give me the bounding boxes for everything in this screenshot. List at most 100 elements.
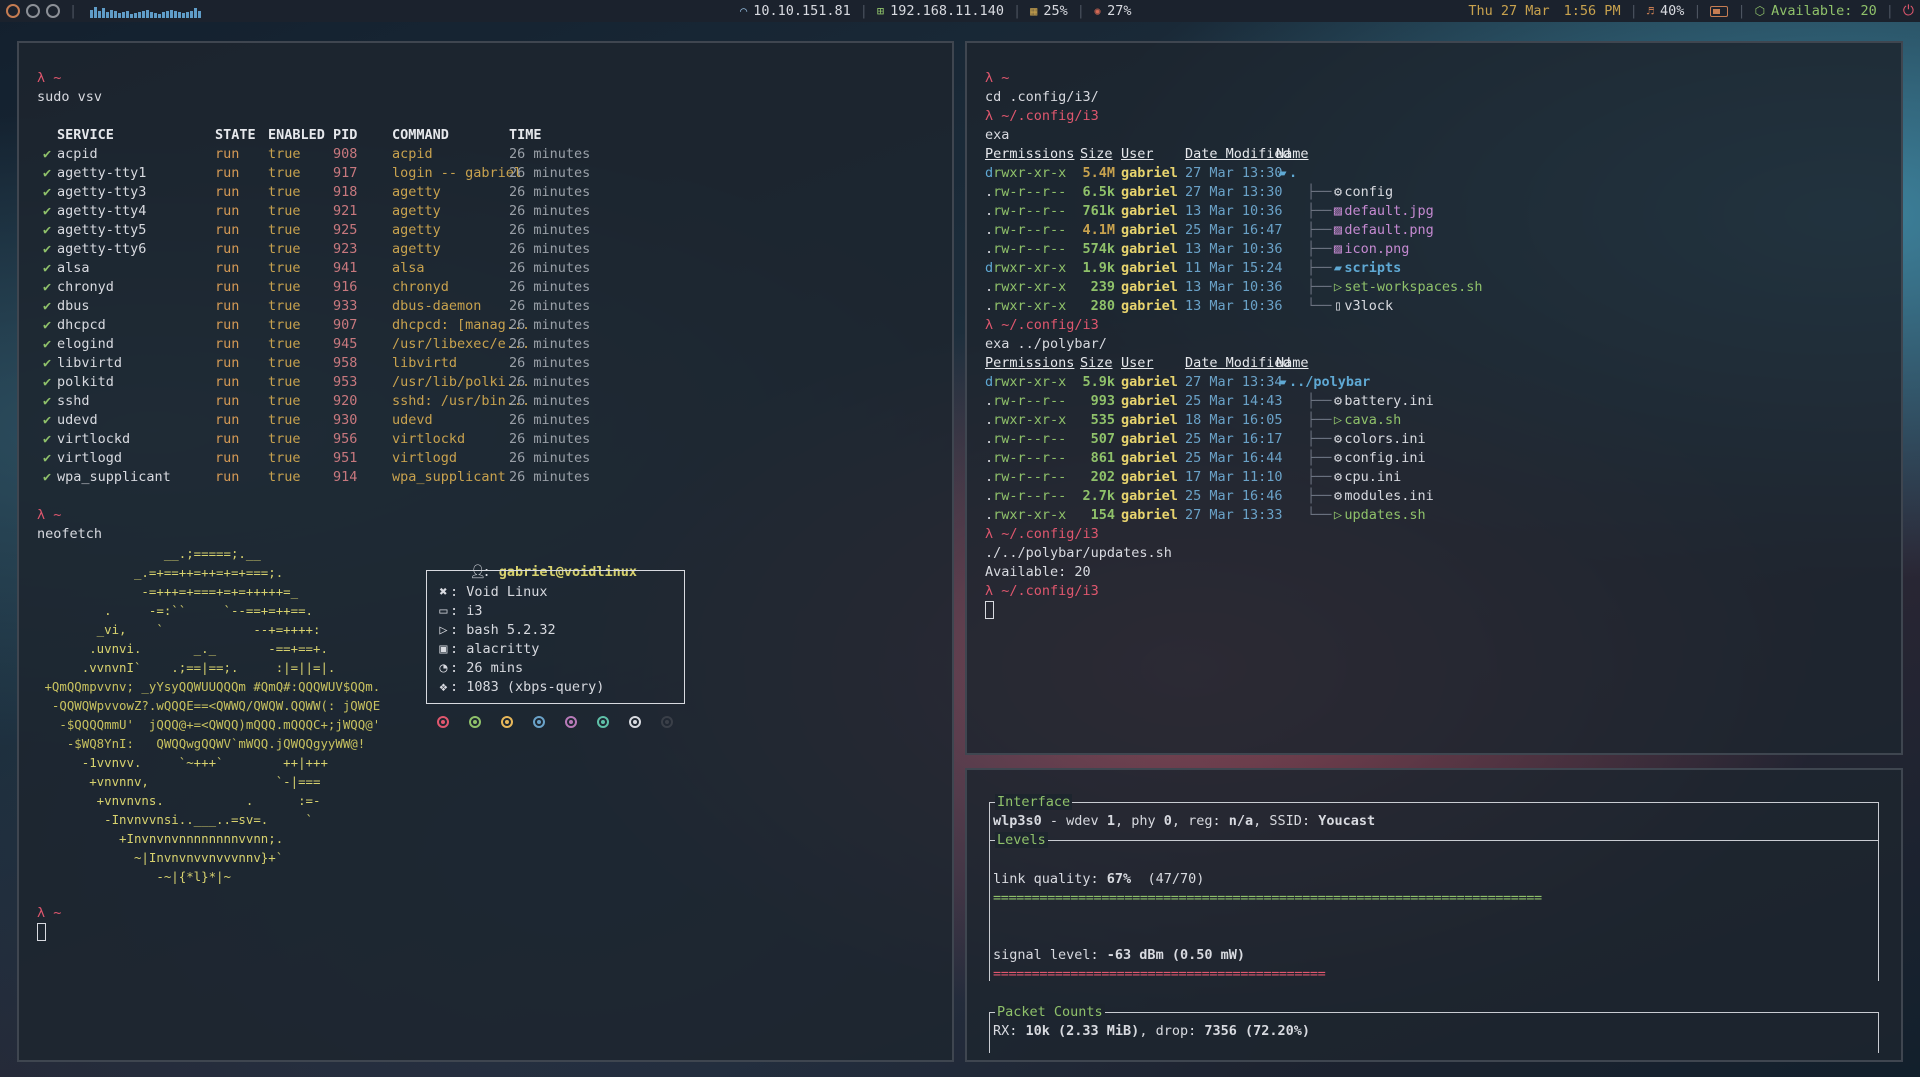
wavemon-window[interactable]: Interface wlp3s0 - wdev 1, phy 0, reg: n… xyxy=(965,768,1903,1062)
service-state: run xyxy=(215,336,240,352)
service-enabled: true xyxy=(268,279,301,295)
file-name[interactable]: ├── ▨ icon.png xyxy=(1307,240,1409,259)
service-time: 26 minutes xyxy=(509,146,591,162)
bar-separator: | xyxy=(1629,3,1638,19)
file-name[interactable]: ├── ⚙ battery.ini xyxy=(1307,392,1434,411)
file-name[interactable]: ├── ▰ scripts xyxy=(1307,259,1401,278)
file-name[interactable]: ├── ▷ set-workspaces.sh xyxy=(1307,278,1483,297)
terminal-left[interactable]: λ ~ sudo vsv SERVICE STATE ENABLED PID COMMA… xyxy=(17,41,954,1062)
check-icon: ✔ xyxy=(43,469,52,485)
service-time: 26 minutes xyxy=(509,431,591,447)
file-size: 4.1M xyxy=(1082,222,1115,238)
file-name-text: colors.ini xyxy=(1344,431,1426,447)
service-pid: 925 xyxy=(333,222,358,238)
terminal-top-right[interactable]: λ ~ cd .config/i3/ λ ~/.config/i3 exa Pe… xyxy=(965,41,1903,755)
palette-swatch xyxy=(469,716,481,728)
service-state: run xyxy=(215,355,240,371)
refresh-icon[interactable] xyxy=(46,4,60,18)
column-header: TIME xyxy=(509,127,542,143)
file-date: 11 Mar 15:24 xyxy=(1185,260,1283,276)
perm-bits: rwxr-xr-x xyxy=(993,412,1067,428)
prompt: λ ~ xyxy=(37,904,61,923)
neofetch-wm-row: ▭: i3 xyxy=(437,602,482,621)
service-time: 26 minutes xyxy=(509,279,591,295)
file-name[interactable]: ├── ▷ cava.sh xyxy=(1307,411,1401,430)
signal-level-bar: ========================================… xyxy=(993,966,1326,982)
file-name-text: default.jpg xyxy=(1344,203,1434,219)
cursor[interactable] xyxy=(37,923,46,942)
command-output: Available: 20 xyxy=(985,564,1091,580)
file-name-text: updates.sh xyxy=(1344,507,1426,523)
file-name[interactable]: ▰ ../polybar xyxy=(1276,373,1370,392)
file-name-text: icon.png xyxy=(1344,241,1410,257)
settings-icon[interactable] xyxy=(26,4,40,18)
file-name[interactable]: ├── ▨ default.png xyxy=(1307,221,1434,240)
perm-type: . xyxy=(985,241,994,257)
perm-bits: rwxr-xr-x xyxy=(993,279,1067,295)
power-icon[interactable]: ⏻ xyxy=(1903,3,1914,19)
logo-line: .uvnvi. _._ -==+==+. xyxy=(37,641,328,656)
logo-line: -1vvnvv. `~+++` ++|+++ xyxy=(37,755,328,770)
service-time: 26 minutes xyxy=(509,393,591,409)
file-user: gabriel xyxy=(1121,279,1178,295)
cursor[interactable] xyxy=(985,601,994,620)
service-command: acpid xyxy=(392,146,433,162)
file-user: gabriel xyxy=(1121,412,1178,428)
permissions: .rw-r--r-- xyxy=(985,449,1066,468)
perm-type: . xyxy=(985,469,994,485)
perm-bits: rwxr-xr-x xyxy=(993,507,1067,523)
command-line: exa ../polybar/ xyxy=(985,336,1107,352)
cava-bar xyxy=(166,11,170,18)
file-name[interactable]: ├── ⚙ modules.ini xyxy=(1307,487,1434,506)
wifi-ip: 10.10.151.81 xyxy=(753,3,851,19)
service-enabled: true xyxy=(268,260,301,276)
service-name: udevd xyxy=(57,412,98,428)
packets-title: Packet Counts xyxy=(995,1004,1105,1020)
service-command: virtlogd xyxy=(392,450,458,466)
clock[interactable]: 1:56 PM xyxy=(1564,3,1621,19)
file-name[interactable]: ▰. xyxy=(1276,164,1297,183)
check-icon: ✔ xyxy=(43,222,52,238)
logo-line: +QmQQmpvvnv; _yYsyQQWUUQQQm #QmQ#:QQQWUV… xyxy=(37,679,381,694)
cava-bar xyxy=(154,13,158,18)
power-menu-icon[interactable] xyxy=(6,4,20,18)
service-pid: 918 xyxy=(333,184,358,200)
command-line: cd .config/i3/ xyxy=(985,89,1099,105)
file-name[interactable]: ├── ⚙ colors.ini xyxy=(1307,430,1426,449)
updates-module[interactable]: ⬡ Available: 20 xyxy=(1755,3,1877,19)
service-time: 26 minutes xyxy=(509,203,591,219)
file-name[interactable]: ├── ⚙ config xyxy=(1307,183,1393,202)
cava-bar xyxy=(150,12,154,18)
file-name[interactable]: ├── ⚙ cpu.ini xyxy=(1307,468,1401,487)
service-name: agetty-tty3 xyxy=(57,184,147,200)
file-user: gabriel xyxy=(1121,469,1178,485)
service-name: elogind xyxy=(57,336,114,352)
script-icon: ▷ xyxy=(1333,279,1342,295)
file-name[interactable]: ├── ⚙ config.ini xyxy=(1307,449,1426,468)
cava-bar xyxy=(102,8,106,18)
service-command: wpa_supplicant xyxy=(392,469,506,485)
volume-module[interactable]: ♬ 40% xyxy=(1647,3,1685,19)
file-name[interactable]: └── ▯ v3lock xyxy=(1307,297,1393,316)
service-pid: 958 xyxy=(333,355,358,371)
volume-level: 40% xyxy=(1659,3,1685,19)
cava-bar xyxy=(114,11,118,18)
perm-bits: rw-r--r-- xyxy=(993,431,1067,447)
file-name[interactable]: └── ▷ updates.sh xyxy=(1307,506,1426,525)
check-icon: ✔ xyxy=(43,412,52,428)
file-name[interactable]: ├── ▨ default.jpg xyxy=(1307,202,1434,221)
service-enabled: true xyxy=(268,184,301,200)
perm-type: d xyxy=(985,165,994,181)
service-pid: 951 xyxy=(333,450,358,466)
logo-line: -Invnvvnsi..___..=sv=. ` xyxy=(37,812,314,827)
clock-icon: ◔ xyxy=(439,660,448,676)
bar-separator: | xyxy=(859,3,868,19)
date[interactable]: Thu 27 Mar xyxy=(1468,3,1549,19)
logo-line: _.=+==++=++=+=+===;. xyxy=(37,565,284,580)
cava-bar xyxy=(98,11,102,18)
signal-level: signal level: -63 dBm (0.50 mW) xyxy=(993,947,1245,963)
permissions: .rw-r--r-- xyxy=(985,240,1066,259)
tree-branch: ├── xyxy=(1307,469,1332,485)
service-enabled: true xyxy=(268,336,301,352)
service-command: virtlockd xyxy=(392,431,466,447)
